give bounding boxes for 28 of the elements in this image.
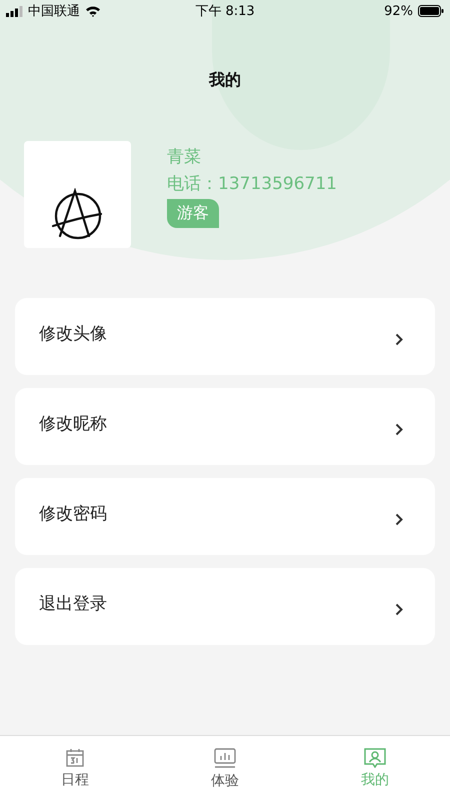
chevron-icon [395, 603, 403, 616]
phone-number: 电话：13713596711 [167, 173, 337, 196]
battery-icon [418, 5, 444, 17]
menu-item[interactable]: 修改密码 [15, 478, 435, 555]
status-time: 下午 8:13 [195, 3, 255, 20]
wifi-icon [85, 5, 101, 17]
user-name: 青菜 [167, 146, 201, 169]
menu-item[interactable]: 修改头像 [15, 298, 435, 375]
page-title: 我的 [209, 70, 241, 91]
symbol-drawing [50, 188, 104, 240]
tab[interactable]: 日程 [0, 736, 150, 800]
profile-icon [364, 748, 386, 768]
chevron-icon [395, 423, 403, 436]
menu-label: 修改头像 [39, 323, 107, 345]
role-badge: 游客 [167, 199, 219, 228]
chevron-icon [395, 333, 403, 346]
carrier-name: 中国联通 [28, 3, 80, 20]
menu-item[interactable]: 修改昵称 [15, 388, 435, 465]
menu-label: 退出登录 [39, 593, 107, 615]
signal-icon [6, 6, 23, 16]
battery-percent: 92% [384, 4, 413, 18]
menu-label: 修改昵称 [39, 413, 107, 435]
calendar-icon [65, 748, 85, 768]
chart-icon [214, 746, 236, 768]
chevron-icon [395, 513, 403, 526]
menu-item[interactable]: 退出登录 [15, 568, 435, 645]
menu-label: 修改密码 [39, 503, 107, 525]
tab[interactable]: 体验 [150, 736, 300, 800]
